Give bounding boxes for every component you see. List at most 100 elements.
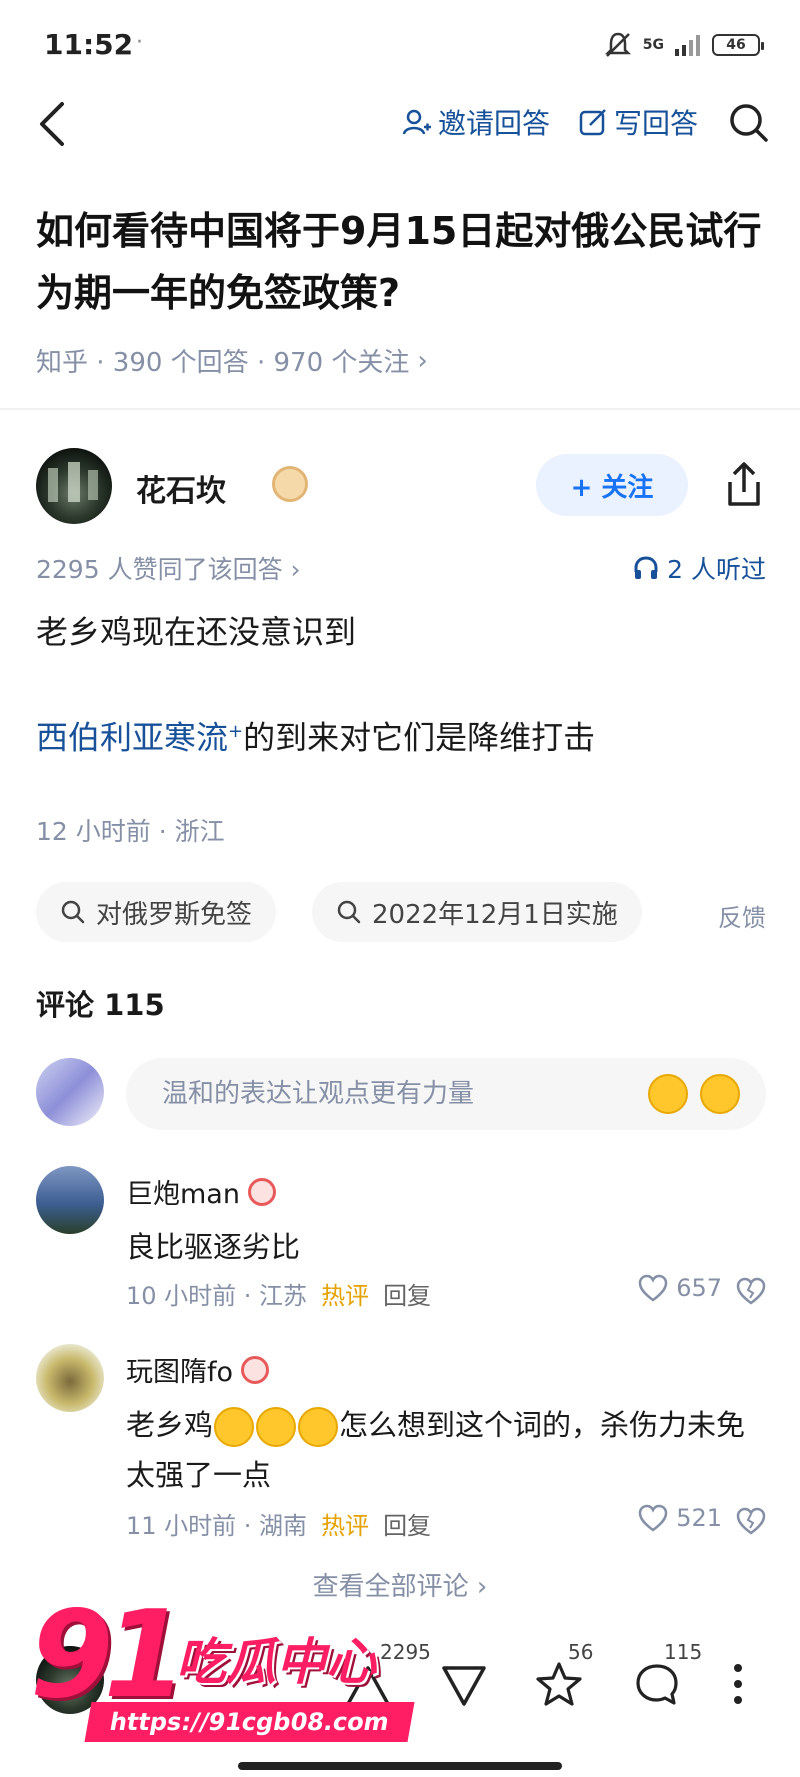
share-icon[interactable] — [722, 460, 766, 510]
invite-answer-label: 邀请回答 — [437, 107, 550, 140]
commenter-name: 玩图隋fo — [126, 1357, 234, 1388]
section-divider — [0, 408, 800, 410]
hot-comment-badge: 热评 — [321, 1512, 370, 1540]
back-arrow-icon[interactable] — [32, 98, 76, 150]
heart-icon — [638, 1504, 668, 1532]
favorite-button[interactable]: 56 — [532, 1640, 593, 1714]
favorite-count: 56 — [568, 1640, 594, 1664]
write-answer-label: 写回答 — [613, 107, 698, 140]
answer-paragraph: 西伯利亚寒流+的到来对它们是降维打击 — [36, 706, 766, 764]
question-header: 如何看待中国将于9月15日起对俄公民试行为期一年的免签政策? 知乎 · 390 … — [36, 200, 766, 379]
related-search-chip[interactable]: 2022年12月1日实施 — [312, 882, 642, 942]
comment-compose: 温和的表达让观点更有力量 — [36, 1058, 766, 1134]
search-icon — [61, 900, 85, 924]
answer-text: 的到来对它们是降维打击 — [243, 718, 596, 757]
question-title[interactable]: 如何看待中国将于9月15日起对俄公民试行为期一年的免签政策? — [36, 200, 766, 324]
broken-heart-icon[interactable] — [736, 1506, 766, 1536]
reply-button[interactable]: 回复 — [383, 1506, 431, 1541]
like-count: 657 — [676, 1274, 722, 1302]
listen-label: 2 人听过 — [667, 555, 766, 584]
comment-count: 115 — [664, 1640, 703, 1664]
laugh-cry-emoji-icon — [298, 1407, 339, 1447]
mute-bell-icon — [604, 32, 631, 57]
user-badge-icon — [241, 1355, 270, 1384]
comment-meta: 11 小时前 · 湖南 热评 回复 — [126, 1506, 431, 1541]
watermark-logo: 91 吃瓜中心 https://91cgb08.com — [30, 1586, 430, 1756]
heart-icon — [638, 1274, 668, 1302]
invite-answer-button[interactable]: 邀请回答 — [402, 102, 550, 142]
watermark-name: 吃瓜中心 — [176, 1633, 376, 1691]
answer-stats: 2295 人赞同了该回答 › 2 人听过 — [36, 550, 766, 590]
comment-text: 良比驱逐劣比 — [126, 1230, 301, 1264]
laugh-cry-emoji-icon — [256, 1407, 297, 1447]
signal-icon — [675, 35, 700, 56]
more-vertical-icon[interactable] — [728, 1662, 748, 1706]
status-dot: · — [136, 30, 143, 55]
like-count: 521 — [676, 1504, 722, 1532]
broken-heart-icon[interactable] — [736, 1276, 766, 1306]
feedback-link[interactable]: 反馈 — [718, 898, 766, 933]
question-meta[interactable]: 知乎 · 390 个回答 · 970 个关注 › — [36, 342, 766, 379]
commenter-name: 巨炮man — [126, 1179, 240, 1210]
question-stats: 知乎 · 390 个回答 · 970 个关注 — [36, 348, 410, 378]
watermark-url: https://91cgb08.com — [84, 1702, 415, 1742]
related-search-label: 对俄罗斯免签 — [96, 899, 253, 930]
comment-text: 老乡鸡 怎么想到这个词的，杀伤力未免太强了一点 — [126, 1400, 766, 1500]
comment-time-location: 10 小时前 · 江苏 — [126, 1282, 308, 1310]
commenter-name-row[interactable]: 玩图隋fo — [126, 1350, 270, 1389]
commenter-avatar[interactable] — [36, 1166, 104, 1234]
author-name[interactable]: 花石坎 — [136, 466, 226, 510]
hot-comment-badge: 热评 — [321, 1282, 370, 1310]
downvote-button[interactable] — [436, 1644, 496, 1714]
comment-button[interactable]: 115 — [628, 1640, 702, 1714]
author-avatar[interactable] — [36, 448, 112, 524]
answer-author-row: 花石坎 + 关注 — [36, 448, 766, 528]
edit-icon — [579, 109, 606, 136]
add-person-icon — [402, 109, 431, 135]
answer-paragraph: 老乡鸡现在还没意识到 — [36, 613, 357, 651]
comment-meta: 10 小时前 · 江苏 热评 回复 — [126, 1276, 431, 1311]
status-icons: 5G 46 — [603, 30, 764, 60]
follow-button[interactable]: + 关注 — [536, 454, 688, 516]
comment-time-location: 11 小时前 · 湖南 — [126, 1512, 308, 1540]
comment-like-button[interactable]: 521 — [638, 1504, 722, 1532]
author-badge-icon — [272, 466, 308, 502]
status-bar: 11:52 · 5G 46 — [0, 0, 800, 90]
battery-icon: 46 — [712, 34, 764, 56]
nav-actions: 邀请回答 写回答 — [402, 100, 770, 144]
keyword-link[interactable]: 西伯利亚寒流 — [36, 719, 228, 757]
reply-button[interactable]: 回复 — [383, 1276, 431, 1311]
status-time: 11:52 — [44, 28, 134, 61]
nav-bar: 邀请回答 写回答 — [0, 90, 800, 160]
network-indicator: 5G — [642, 37, 664, 53]
upvote-stats[interactable]: 2295 人赞同了该回答 › — [36, 555, 301, 584]
answer-content: 老乡鸡现在还没意识到 西伯利亚寒流+的到来对它们是降维打击 — [36, 606, 766, 812]
related-search-chip[interactable]: 对俄罗斯免签 — [36, 882, 277, 942]
emoji-surprise-icon[interactable] — [700, 1074, 740, 1114]
downvote-triangle-icon — [442, 1666, 486, 1706]
user-badge-icon — [247, 1177, 276, 1206]
listen-count[interactable]: 2 人听过 — [633, 550, 766, 586]
search-icon — [337, 900, 361, 924]
comment-bubble-icon — [636, 1664, 678, 1705]
emoji-flower-icon[interactable] — [648, 1074, 688, 1114]
headphones-icon — [634, 556, 658, 579]
comment-like-button[interactable]: 657 — [638, 1274, 722, 1302]
write-answer-button[interactable]: 写回答 — [578, 102, 698, 142]
commenter-avatar[interactable] — [36, 1344, 104, 1412]
comments-title: 评论 115 — [36, 988, 165, 1022]
comment-item: 玩图隋fo 老乡鸡 怎么想到这个词的，杀伤力未免太强了一点 11 小时前 · 湖南… — [36, 1344, 766, 1544]
answer-time-location: 12 小时前 · 浙江 — [36, 817, 225, 846]
keyword-link-plus: + — [228, 721, 244, 742]
star-icon — [536, 1662, 582, 1706]
related-search-row: 对俄罗斯免签 2022年12月1日实施 反馈 — [36, 882, 766, 942]
related-search-label: 2022年12月1日实施 — [372, 899, 618, 930]
comment-item: 巨炮man 良比驱逐劣比 10 小时前 · 江苏 热评 回复 657 — [36, 1166, 766, 1316]
comment-text-part: 老乡鸡 — [126, 1408, 214, 1442]
my-avatar — [36, 1058, 104, 1126]
chevron-right-icon: › — [417, 345, 428, 376]
search-icon[interactable] — [726, 100, 770, 144]
home-indicator — [238, 1762, 562, 1770]
commenter-name-row[interactable]: 巨炮man — [126, 1172, 276, 1211]
laugh-cry-emoji-icon — [214, 1407, 255, 1447]
